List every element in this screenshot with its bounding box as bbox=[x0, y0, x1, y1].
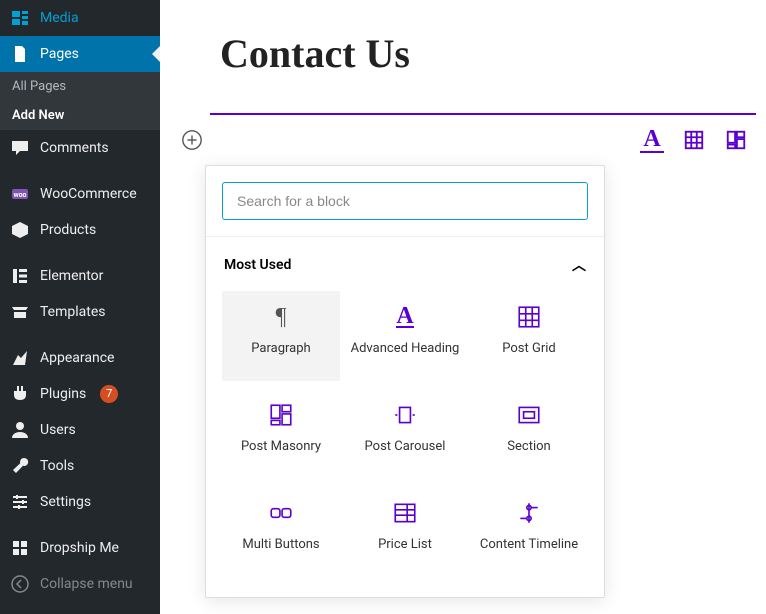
masonry-toolbar-icon[interactable] bbox=[724, 128, 748, 152]
block-section[interactable]: Section bbox=[470, 389, 588, 479]
settings-icon bbox=[10, 492, 30, 512]
block-search-input[interactable] bbox=[222, 182, 588, 220]
sidebar-item-label: WooCommerce bbox=[40, 186, 137, 202]
block-post-masonry[interactable]: Post Masonry bbox=[222, 389, 340, 479]
block-multi-buttons[interactable]: Multi Buttons bbox=[222, 487, 340, 577]
sidebar-submenu-pages: All Pages Add New bbox=[0, 72, 160, 130]
sidebar-item-pages[interactable]: Pages bbox=[0, 36, 160, 72]
block-label: Post Grid bbox=[502, 341, 555, 373]
sidebar-item-elementor[interactable]: Elementor bbox=[0, 258, 160, 294]
buttons-icon bbox=[267, 499, 295, 527]
block-grid: ¶ Paragraph A Advanced Heading Post Grid… bbox=[222, 291, 588, 577]
heading-toolbar-icon[interactable]: A bbox=[640, 127, 664, 153]
sidebar-item-appearance[interactable]: Appearance bbox=[0, 340, 160, 376]
block-inserter-popover: Most Used ︿ ¶ Paragraph A Advanced Headi… bbox=[205, 165, 605, 598]
submenu-all-pages[interactable]: All Pages bbox=[0, 72, 160, 101]
inserter-search-wrap bbox=[206, 166, 604, 236]
block-content-timeline[interactable]: Content Timeline bbox=[470, 487, 588, 577]
tools-icon bbox=[10, 456, 30, 476]
dropship-icon bbox=[10, 538, 30, 558]
sidebar-item-settings[interactable]: Settings bbox=[0, 484, 160, 520]
collapse-icon bbox=[10, 574, 30, 594]
sidebar-item-plugins[interactable]: Plugins 7 bbox=[0, 376, 160, 412]
carousel-icon bbox=[391, 401, 419, 429]
heading-icon: A bbox=[391, 303, 419, 331]
sidebar-item-label: Appearance bbox=[40, 350, 114, 366]
inserter-section-title: Most Used bbox=[224, 257, 291, 273]
grid-toolbar-icon[interactable] bbox=[682, 128, 706, 152]
submenu-add-new[interactable]: Add New bbox=[0, 101, 160, 130]
sidebar-item-collapse[interactable]: Collapse menu bbox=[0, 566, 160, 602]
sidebar-item-label: Media bbox=[40, 10, 79, 26]
templates-icon bbox=[10, 302, 30, 322]
svg-text:woo: woo bbox=[13, 191, 26, 199]
block-post-grid[interactable]: Post Grid bbox=[470, 291, 588, 381]
plugins-icon bbox=[10, 384, 30, 404]
sidebar-item-label: Dropship Me bbox=[40, 540, 119, 556]
sidebar-item-media[interactable]: Media bbox=[0, 0, 160, 36]
pages-icon bbox=[10, 44, 30, 64]
block-price-list[interactable]: Price List bbox=[346, 487, 464, 577]
block-toolbar: A bbox=[210, 127, 756, 161]
admin-sidebar: Media Pages All Pages Add New Comments w… bbox=[0, 0, 160, 614]
sidebar-item-woocommerce[interactable]: woo WooCommerce bbox=[0, 176, 160, 212]
block-advanced-heading[interactable]: A Advanced Heading bbox=[346, 291, 464, 381]
sidebar-item-products[interactable]: Products bbox=[0, 212, 160, 248]
editor-canvas: Contact Us A Most Used ︿ bbox=[160, 0, 766, 614]
block-label: Price List bbox=[378, 537, 432, 569]
sidebar-item-users[interactable]: Users bbox=[0, 412, 160, 448]
sidebar-item-label: Settings bbox=[40, 494, 91, 510]
sidebar-item-label: Collapse menu bbox=[40, 576, 133, 592]
plugins-badge: 7 bbox=[100, 385, 118, 403]
sidebar-item-dropshipme[interactable]: Dropship Me bbox=[0, 530, 160, 566]
products-icon bbox=[10, 220, 30, 240]
section-icon bbox=[515, 401, 543, 429]
block-label: Paragraph bbox=[251, 341, 310, 373]
media-icon bbox=[10, 8, 30, 28]
sidebar-item-tools[interactable]: Tools bbox=[0, 448, 160, 484]
appearance-icon bbox=[10, 348, 30, 368]
timeline-icon bbox=[515, 499, 543, 527]
sidebar-item-label: Users bbox=[40, 422, 76, 438]
sidebar-item-templates[interactable]: Templates bbox=[0, 294, 160, 330]
comments-icon bbox=[10, 138, 30, 158]
inserter-scroll[interactable]: Most Used ︿ ¶ Paragraph A Advanced Headi… bbox=[206, 237, 604, 597]
block-label: Post Carousel bbox=[365, 439, 446, 471]
sidebar-item-label: Templates bbox=[40, 304, 106, 320]
sidebar-item-comments[interactable]: Comments bbox=[0, 130, 160, 166]
paragraph-icon: ¶ bbox=[267, 303, 295, 331]
inserter-section-header[interactable]: Most Used ︿ bbox=[222, 251, 588, 291]
pricelist-icon bbox=[391, 499, 419, 527]
block-label: Section bbox=[507, 439, 550, 471]
sidebar-item-label: Tools bbox=[40, 458, 74, 474]
sidebar-item-label: Elementor bbox=[40, 268, 103, 284]
grid-icon bbox=[515, 303, 543, 331]
users-icon bbox=[10, 420, 30, 440]
masonry-icon bbox=[267, 401, 295, 429]
sidebar-item-label: Comments bbox=[40, 140, 109, 156]
page-title[interactable]: Contact Us bbox=[220, 30, 756, 77]
block-label: Content Timeline bbox=[480, 537, 578, 569]
elementor-icon bbox=[10, 266, 30, 286]
sidebar-item-label: Pages bbox=[40, 46, 79, 62]
block-post-carousel[interactable]: Post Carousel bbox=[346, 389, 464, 479]
block-label: Advanced Heading bbox=[351, 341, 460, 373]
block-paragraph[interactable]: ¶ Paragraph bbox=[222, 291, 340, 381]
sidebar-item-label: Plugins bbox=[40, 386, 86, 402]
woo-icon: woo bbox=[10, 184, 30, 204]
sidebar-item-label: Products bbox=[40, 222, 96, 238]
add-block-button[interactable] bbox=[180, 128, 204, 152]
block-label: Multi Buttons bbox=[242, 537, 319, 569]
block-label: Post Masonry bbox=[241, 439, 321, 471]
chevron-up-icon: ︿ bbox=[572, 255, 586, 275]
